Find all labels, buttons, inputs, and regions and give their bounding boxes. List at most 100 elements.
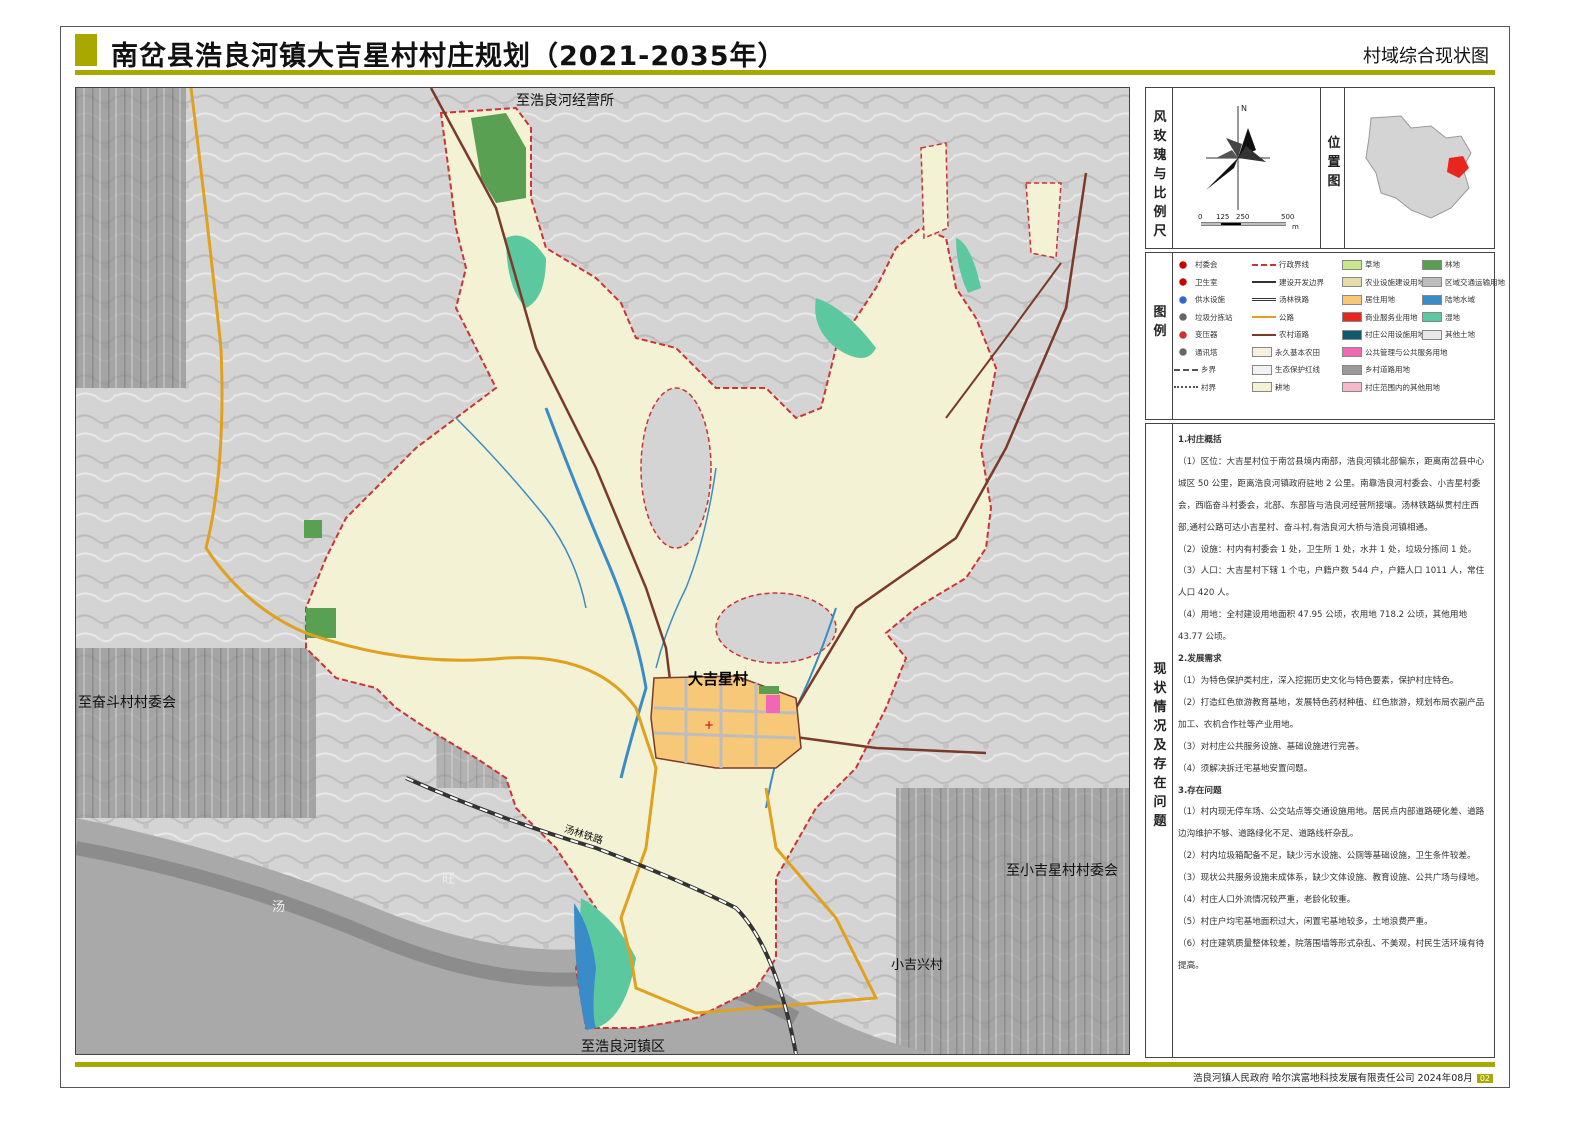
legend-item-label: 卫生室 — [1195, 277, 1218, 287]
legend-item: 永久基本农田 — [1252, 347, 1320, 358]
legend-item-label: 草地 — [1365, 260, 1380, 269]
legend-item: 商业服务业用地 — [1342, 312, 1418, 323]
legend-item-label: 商业服务业用地 — [1365, 312, 1418, 322]
legend-item-label: 村界 — [1201, 382, 1216, 392]
label-north-destination: 至浩良河经营所 — [516, 93, 614, 109]
legend-item-label: 乡村道路用地 — [1365, 365, 1410, 374]
divider — [1172, 253, 1173, 419]
patch-ne-2 — [1025, 182, 1062, 259]
legend-line-icon — [1252, 333, 1276, 336]
legend-item-label: 农业设施建设用地 — [1365, 277, 1425, 287]
dajixing-settlement[interactable]: + — [650, 675, 802, 769]
legend-item: 公共管理与公共服务用地 — [1342, 347, 1448, 358]
legend-item: 公路 — [1252, 312, 1294, 323]
legend-item: 村庄公用设施用地 — [1342, 329, 1425, 340]
legend-item-label: 区域交通运输用地 — [1445, 277, 1505, 287]
legend-item-label: 其他土地 — [1445, 330, 1475, 339]
legend-item: 卫生室 — [1174, 277, 1218, 288]
description-paragraph: （4）须解决拆迁宅基地安置问题。 — [1178, 763, 1313, 774]
divider — [1172, 424, 1173, 1057]
label-xiaojixing: 小吉兴村 — [891, 958, 944, 973]
legend-item: 居住用地 — [1342, 294, 1395, 305]
legend-point-icon — [1174, 330, 1192, 339]
legend-item-label: 湿地 — [1445, 312, 1460, 322]
description-paragraph: （3）对村庄公共服务设施、基础设施进行完善。 — [1178, 741, 1364, 752]
page-title: 南岔县浩良河镇大吉星村村庄规划（2021-2035年） — [111, 41, 786, 72]
map-svg: + — [76, 88, 1129, 1054]
legend-item-label: 供水设施 — [1195, 295, 1225, 304]
legend-swatch — [1422, 294, 1442, 305]
legend-item-label: 村委会 — [1195, 260, 1218, 269]
legend-swatch — [1252, 364, 1272, 375]
field-texture-w — [76, 648, 316, 818]
divider — [1172, 88, 1173, 248]
legend-items: 村委会 卫生室 供水设施 垃圾分拣站 变压器 通讯塔 乡界 村界 行政界线 建设开发边界 汤林铁路公… — [1174, 259, 1505, 409]
legend-line-icon — [1252, 298, 1276, 301]
legend-item: 乡村道路用地 — [1342, 364, 1410, 375]
legend-swatch — [1342, 312, 1362, 322]
legend-item: 湿地 — [1422, 312, 1460, 323]
label-river-1: 汤 — [272, 900, 286, 915]
legend-swatch — [1342, 347, 1362, 357]
scale-125: 125 — [1216, 213, 1230, 221]
hill-enclave — [715, 592, 837, 664]
legend-item-label: 生态保护红线 — [1275, 365, 1320, 374]
hill-enclave-2 — [640, 387, 712, 549]
legend-item-label: 公共管理与公共服务用地 — [1365, 347, 1448, 357]
field-texture-se — [896, 788, 1129, 1054]
legend-item-label: 村庄公用设施用地 — [1365, 330, 1425, 339]
legend-item-label: 公路 — [1279, 312, 1294, 322]
label-east-destination: 至小吉星村村委会 — [1006, 863, 1118, 879]
legend-item: 建设开发边界 — [1252, 277, 1324, 288]
north-label: N — [1241, 104, 1247, 113]
scale-500: 500 — [1281, 213, 1295, 221]
legend-item: 变压器 — [1174, 329, 1218, 340]
legend-item-label: 垃圾分拣站 — [1195, 312, 1233, 322]
legend-item-label: 居住用地 — [1365, 295, 1395, 304]
legend-item: 村委会 — [1174, 259, 1218, 270]
legend-item-label: 村庄范围内的其他用地 — [1365, 382, 1440, 392]
divider — [1344, 88, 1345, 248]
legend-point-icon — [1174, 260, 1192, 269]
legend-point-icon — [1174, 278, 1192, 286]
description-text: 1.村庄概括 （1）区位：大吉星村位于南岔县境内南部，浩良河镇北部偏东，距离南岔县… — [1178, 430, 1490, 978]
description-paragraph: （6）村庄建筑质量整体较差，院落围墙等形式杂乱、不美观，村民生活环境有待提高。 — [1178, 938, 1485, 971]
compass-location-panel: 风玫瑰与比例尺 N 0 125 250 500 m 位置图 — [1145, 87, 1495, 249]
map-subtitle: 村域综合现状图 — [1363, 46, 1489, 67]
scale-250: 250 — [1236, 213, 1250, 221]
description-paragraph: （1）为特色保护类村庄，深入挖掘历史文化与特色要素，保护村庄特色。 — [1178, 675, 1459, 686]
description-paragraph: （3）人口：大吉星村下辖 1 个屯，户籍户数 544 户，户籍人口 1011 人… — [1178, 566, 1485, 599]
legend-item: 农村道路 — [1252, 329, 1309, 340]
legend-swatch — [1422, 312, 1442, 322]
legend-item: 乡界 — [1174, 364, 1216, 375]
legend-line-icon — [1174, 386, 1198, 388]
legend-swatch — [1342, 277, 1362, 287]
legend-swatch — [1342, 294, 1362, 305]
legend-swatch — [1342, 364, 1362, 375]
map-canvas[interactable]: + 至浩良河经营所 至奋斗村村委会 至小吉星村村委会 至浩良河镇区 小吉兴村 大… — [75, 87, 1130, 1055]
location-panel-label: 位置图 — [1327, 136, 1341, 189]
description-heading: 3.存在问题 — [1178, 785, 1222, 796]
legend-item: 行政界线 — [1252, 259, 1309, 270]
legend-swatch — [1422, 329, 1442, 340]
legend-swatch — [1422, 259, 1442, 270]
description-paragraph: （1）区位：大吉星村位于南岔县境内南部，浩良河镇北部偏东，距离南岔县中心城区 5… — [1178, 456, 1485, 533]
legend-swatch — [1342, 329, 1362, 340]
legend-item: 其他土地 — [1422, 329, 1475, 340]
legend-swatch — [1342, 382, 1362, 392]
description-paragraph: （3）现状公共服务设施未成体系，缺少文体设施、教育设施、公共广场与绿地。 — [1178, 873, 1485, 884]
legend-item-label: 林地 — [1445, 260, 1460, 269]
legend-point-icon — [1174, 313, 1192, 321]
legend-swatch — [1422, 277, 1442, 287]
legend-point-icon — [1174, 295, 1192, 304]
legend-item-label: 耕地 — [1275, 382, 1290, 392]
legend-item-label: 乡界 — [1201, 365, 1216, 374]
legend-panel: 图例 村委会 卫生室 供水设施 垃圾分拣站 变压器 通讯塔 乡界 村界 行政界线 建设开发边界 汤林… — [1145, 252, 1505, 420]
patch-ne — [920, 142, 949, 240]
description-paragraph: （5）村庄户均宅基地面积过大，闲置宅基地较多，土地浪费严重。 — [1178, 916, 1433, 927]
description-paragraph: （4）用地：全村建设用地面积 47.95 公顷，农用地 718.2 公顷，其他用… — [1178, 610, 1468, 643]
description-paragraph: （2）设施：村内有村委会 1 处，卫生所 1 处，水井 1 处，垃圾分拣间 1 … — [1178, 544, 1477, 555]
legend-line-icon — [1252, 281, 1276, 283]
scale-unit: m — [1292, 223, 1299, 231]
legend-swatch — [1252, 382, 1272, 392]
